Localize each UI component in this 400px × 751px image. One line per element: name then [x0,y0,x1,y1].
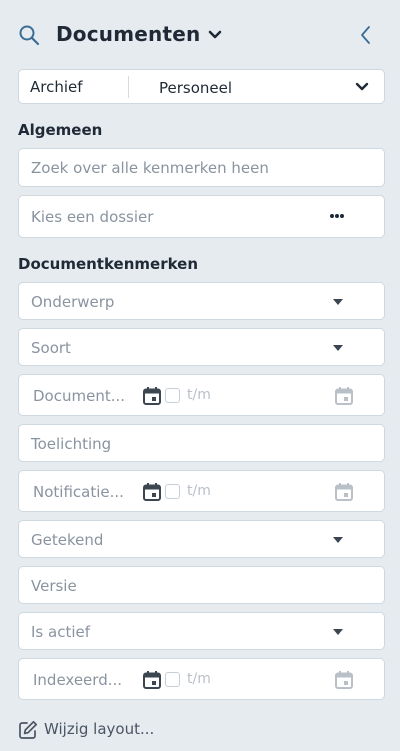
subject-placeholder: Onderwerp [31,293,115,311]
search-icon[interactable] [18,24,40,46]
chevron-down-icon[interactable] [355,82,369,92]
signed-select[interactable]: Getekend [18,520,385,558]
is-active-select[interactable]: Is actief [18,612,385,650]
section-general-heading: Algemeen [18,121,103,139]
explanation-placeholder: Toelichting [31,435,112,453]
index-date-placeholder: Indexeerd... [33,671,123,689]
type-placeholder: Soort [31,339,71,357]
document-date-placeholder: Document... [33,387,126,405]
range-separator: t/m [187,671,211,687]
page-title: Documenten [56,22,201,46]
section-properties-heading: Documentkenmerken [18,255,199,273]
search-all-placeholder: Zoek over alle kenmerken heen [31,159,269,177]
calendar-icon[interactable] [143,671,161,689]
type-select[interactable]: Soort [18,328,385,366]
archive-value: Personeel [159,79,233,97]
document-date-range[interactable]: Document... t/m [18,374,385,416]
caret-down-icon [333,345,343,351]
search-all-input[interactable]: Zoek over alle kenmerken heen [18,148,385,187]
is-active-placeholder: Is actief [31,623,91,641]
range-separator: t/m [187,387,211,403]
edit-layout-label: Wijzig layout... [44,720,155,738]
chevron-down-icon[interactable] [206,28,224,42]
calendar-icon[interactable] [335,671,353,689]
subject-select[interactable]: Onderwerp [18,282,385,320]
notification-date-range[interactable]: Notificatie... t/m [18,470,385,512]
calendar-icon[interactable] [335,483,353,501]
chevron-left-icon[interactable] [356,24,376,46]
archive-selector[interactable]: Archief Personeel [18,69,385,104]
range-separator: t/m [187,483,211,499]
explanation-input[interactable]: Toelichting [18,424,385,462]
dossier-field[interactable]: Kies een dossier [18,195,385,238]
archive-label: Archief [30,78,83,96]
archive-divider [128,76,129,98]
date-range-checkbox[interactable] [165,484,180,499]
dossier-placeholder: Kies een dossier [31,208,154,226]
version-input[interactable]: Versie [18,566,385,604]
date-range-checkbox[interactable] [165,388,180,403]
caret-down-icon [333,537,343,543]
version-placeholder: Versie [31,577,77,595]
caret-down-icon [333,629,343,635]
edit-icon [19,720,38,739]
panel-header: Documenten [0,0,400,70]
calendar-icon[interactable] [143,387,161,405]
calendar-icon[interactable] [143,483,161,501]
edit-layout-button[interactable]: Wijzig layout... [18,718,178,742]
notification-date-placeholder: Notificatie... [33,483,124,501]
calendar-icon[interactable] [335,387,353,405]
index-date-range[interactable]: Indexeerd... t/m [18,658,385,700]
date-range-checkbox[interactable] [165,672,180,687]
caret-down-icon [333,299,343,305]
more-options-icon[interactable] [329,213,345,219]
signed-placeholder: Getekend [31,531,104,549]
